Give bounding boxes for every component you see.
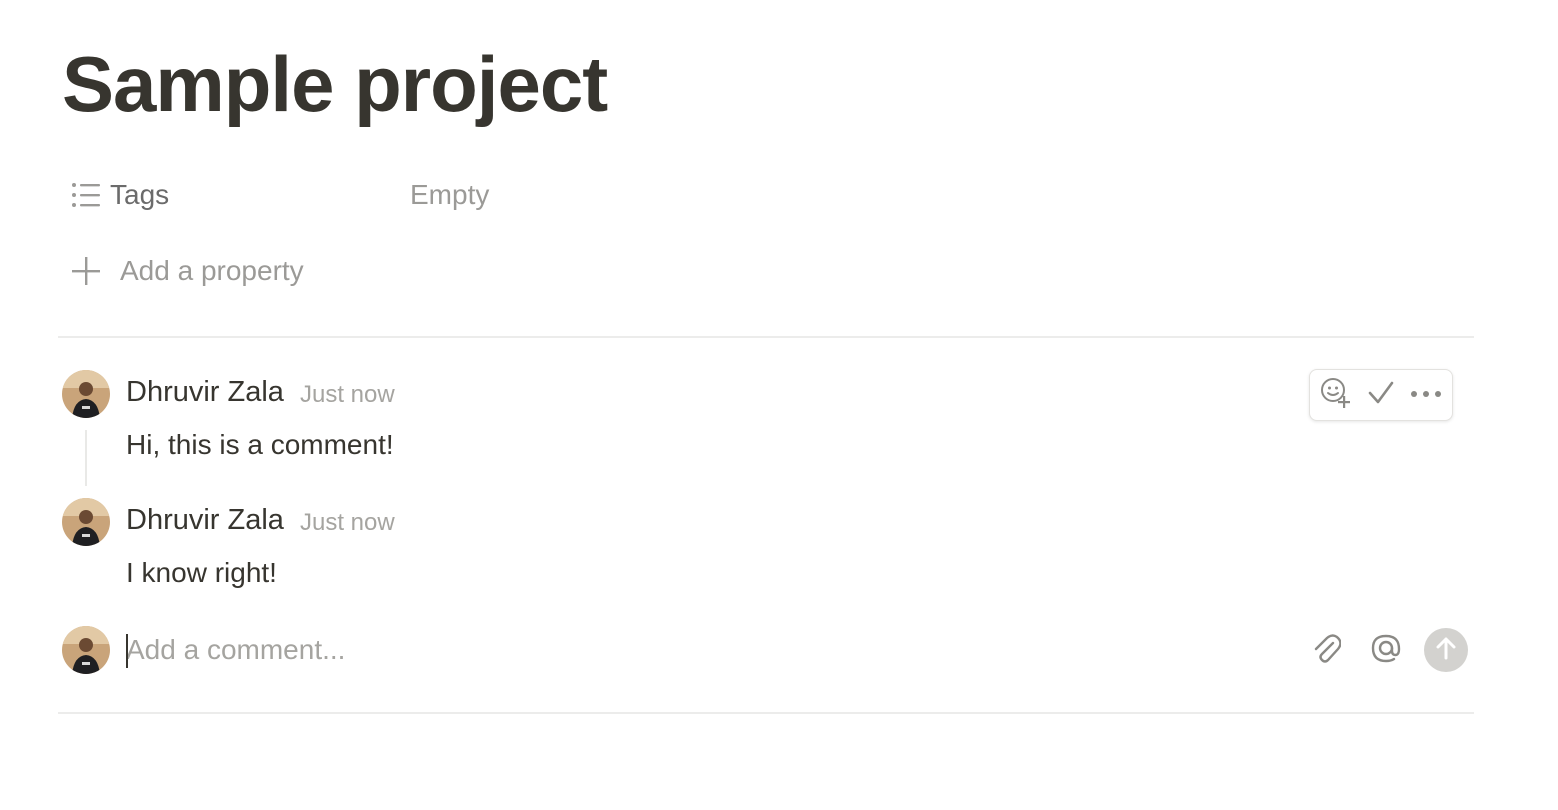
comment-time: Just now <box>300 509 395 536</box>
avatar <box>62 626 110 674</box>
avatar <box>62 498 110 546</box>
mention-icon <box>1370 632 1402 669</box>
attach-button[interactable] <box>1306 630 1346 670</box>
text-caret <box>126 634 128 668</box>
comment-author: Dhruvir Zala <box>126 504 284 536</box>
mention-button[interactable] <box>1366 630 1406 670</box>
resolve-button[interactable] <box>1361 375 1401 415</box>
add-property-button[interactable]: Add a property <box>62 243 304 299</box>
page-title[interactable]: Sample project <box>62 38 608 130</box>
divider <box>58 336 1474 338</box>
comment-time: Just now <box>300 381 395 408</box>
property-tags[interactable]: Tags Empty <box>62 167 489 223</box>
more-icon <box>1410 386 1442 404</box>
more-options-button[interactable] <box>1406 375 1446 415</box>
comment-input[interactable] <box>126 626 1276 674</box>
comment-text: I know right! <box>126 557 277 588</box>
comment-actions-toolbar <box>1309 369 1453 421</box>
avatar <box>62 370 110 418</box>
plus-icon <box>62 247 110 295</box>
comment-text: Hi, this is a comment! <box>126 429 394 460</box>
thread-line <box>85 430 87 486</box>
property-tags-label: Tags <box>110 179 170 210</box>
list-icon <box>62 171 110 219</box>
resolve-check-icon <box>1367 379 1395 412</box>
add-reaction-button[interactable] <box>1316 375 1356 415</box>
add-property-label: Add a property <box>120 255 304 286</box>
send-icon <box>1435 636 1457 665</box>
property-tags-value[interactable]: Empty <box>410 179 489 211</box>
comment-author: Dhruvir Zala <box>126 376 284 408</box>
send-button[interactable] <box>1424 628 1468 672</box>
attachment-icon <box>1311 631 1342 670</box>
add-reaction-icon <box>1320 377 1352 414</box>
divider <box>58 712 1474 714</box>
